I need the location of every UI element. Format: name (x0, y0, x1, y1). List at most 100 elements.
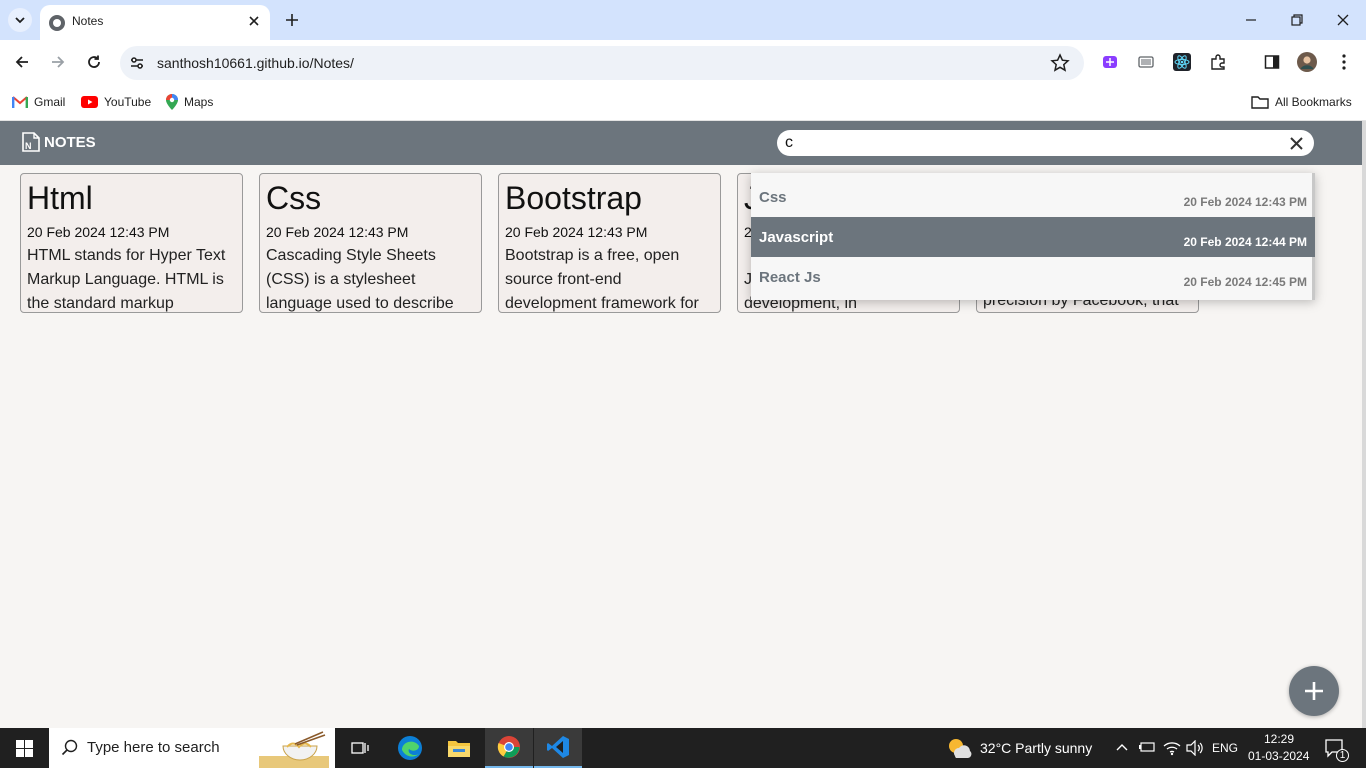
taskbar-search[interactable]: Type here to search (49, 728, 335, 768)
vscode-icon (547, 736, 569, 758)
weather-partly-sunny-icon (949, 739, 972, 758)
reload-button[interactable] (82, 50, 106, 74)
suggestion-title: Css (759, 189, 787, 206)
extension-purple-icon[interactable] (1100, 52, 1120, 72)
note-body: Cascading Style Sheets (CSS) is a styles… (266, 247, 454, 312)
chrome-icon (497, 736, 520, 758)
clock-date[interactable]: 01-03-2024 (1248, 749, 1309, 763)
taskbar-search-placeholder: Type here to search (87, 739, 220, 756)
forward-button[interactable] (46, 50, 70, 74)
back-button[interactable] (10, 50, 34, 74)
restore-icon (1291, 14, 1303, 26)
bookmark-gmail[interactable]: Gmail (12, 92, 65, 112)
extension-barcode-icon[interactable] (1136, 52, 1156, 72)
note-date: 20 Feb 2024 12:43 PM (505, 224, 648, 240)
chrome-taskbar-button[interactable] (485, 728, 533, 768)
task-view-button[interactable] (336, 728, 384, 768)
brand-label: NOTES (44, 133, 96, 151)
close-window-button[interactable] (1328, 6, 1358, 34)
chevron-up-icon[interactable] (1116, 742, 1128, 752)
address-bar[interactable]: santhosh10661.github.io/Notes/ (120, 46, 1084, 80)
note-card[interactable]: Html 20 Feb 2024 12:43 PM HTML stands fo… (20, 173, 243, 313)
minimize-icon (1246, 19, 1256, 21)
gmail-icon (12, 96, 28, 108)
close-icon (1337, 14, 1349, 26)
task-view-icon (351, 742, 369, 754)
reload-icon (88, 55, 100, 68)
suggestion-item[interactable]: Javascript 20 Feb 2024 12:44 PM (751, 217, 1315, 257)
notification-badge: 1 (1336, 749, 1349, 762)
suggestion-date: 20 Feb 2024 12:43 PM (1183, 195, 1307, 209)
side-panel-icon[interactable] (1262, 52, 1282, 72)
noodle-bowl-icon (259, 731, 329, 768)
search-clear-button[interactable] (1286, 133, 1306, 153)
site-settings-icon[interactable] (129, 55, 145, 71)
url-text: santhosh10661.github.io/Notes/ (157, 55, 354, 71)
notes-logo-icon: N (22, 132, 40, 152)
brand[interactable]: N NOTES (22, 132, 96, 152)
youtube-icon (81, 96, 98, 108)
bookmark-youtube[interactable]: YouTube (81, 92, 151, 112)
note-date: 20 Feb 2024 12:43 PM (27, 224, 170, 240)
suggestion-item[interactable]: React Js 20 Feb 2024 12:45 PM (751, 257, 1315, 297)
all-bookmarks-button[interactable]: All Bookmarks (1251, 92, 1352, 112)
tab-close-button[interactable] (244, 11, 264, 31)
note-title: Bootstrap (505, 180, 642, 216)
arrow-right-icon (52, 56, 65, 68)
windows-taskbar: Type here to search 32°C Partly sunny EN… (0, 728, 1366, 768)
browser-menu-button[interactable] (1334, 52, 1354, 72)
note-card[interactable]: Css 20 Feb 2024 12:43 PM Cascading Style… (259, 173, 482, 313)
note-card[interactable]: Bootstrap 20 Feb 2024 12:43 PM Bootstrap… (498, 173, 721, 313)
bookmark-maps[interactable]: Maps (166, 92, 213, 112)
windows-logo-icon (15, 739, 33, 757)
restore-button[interactable] (1282, 6, 1312, 34)
bookmarks-bar: Gmail YouTube Maps All Bookmarks (0, 84, 1366, 121)
vscode-taskbar-button[interactable] (534, 728, 582, 768)
language-indicator[interactable]: ENG (1212, 741, 1238, 755)
wifi-icon[interactable] (1163, 740, 1181, 756)
close-icon (1289, 136, 1303, 150)
all-bookmarks-label: All Bookmarks (1275, 95, 1352, 109)
suggestion-title: Javascript (759, 229, 834, 246)
bookmark-label: YouTube (104, 95, 152, 109)
browser-toolbar: santhosh10661.github.io/Notes/ (0, 40, 1366, 84)
note-title: Html (27, 180, 93, 216)
app-navbar: N NOTES (0, 121, 1362, 165)
profile-avatar[interactable] (1297, 52, 1317, 72)
minimize-button[interactable] (1236, 6, 1266, 34)
svg-text:N: N (25, 141, 32, 151)
page-scrollbar[interactable] (1362, 121, 1366, 728)
bookmark-label: Maps (184, 95, 214, 109)
bookmark-label: Gmail (34, 95, 66, 109)
star-icon[interactable] (1050, 53, 1070, 73)
add-note-button[interactable] (1289, 666, 1339, 716)
arrow-left-icon (15, 56, 28, 68)
edge-taskbar-button[interactable] (386, 728, 434, 768)
weather-text[interactable]: 32°C Partly sunny (980, 740, 1092, 756)
battery-icon[interactable] (1139, 740, 1157, 754)
start-button[interactable] (0, 728, 48, 768)
search-box (777, 130, 1314, 156)
suggestion-date: 20 Feb 2024 12:45 PM (1183, 275, 1307, 289)
search-icon (61, 739, 78, 756)
plus-icon (1305, 682, 1323, 700)
suggestion-date: 20 Feb 2024 12:44 PM (1183, 235, 1307, 249)
suggestion-item[interactable]: Css 20 Feb 2024 12:43 PM (751, 177, 1315, 217)
note-title: Css (266, 180, 322, 216)
new-tab-button[interactable] (280, 8, 304, 32)
tab-notes[interactable]: Notes (40, 5, 270, 40)
browser-tab-bar: Notes (0, 0, 1366, 40)
extensions-puzzle-icon[interactable] (1208, 52, 1228, 72)
tab-search-button[interactable] (8, 8, 32, 32)
search-suggestions: Css 20 Feb 2024 12:43 PM Javascript 20 F… (751, 173, 1315, 300)
more-vertical-icon (1342, 54, 1346, 70)
note-body: HTML stands for Hyper Text Markup Langua… (27, 247, 226, 312)
react-devtools-icon[interactable] (1172, 52, 1192, 72)
clock-time[interactable]: 12:29 (1264, 732, 1294, 746)
file-explorer-taskbar-button[interactable] (435, 728, 483, 768)
volume-icon[interactable] (1186, 740, 1204, 756)
globe-icon (49, 15, 65, 31)
tab-title: Notes (72, 14, 104, 28)
search-input[interactable] (785, 133, 1225, 153)
edge-icon (398, 736, 422, 760)
